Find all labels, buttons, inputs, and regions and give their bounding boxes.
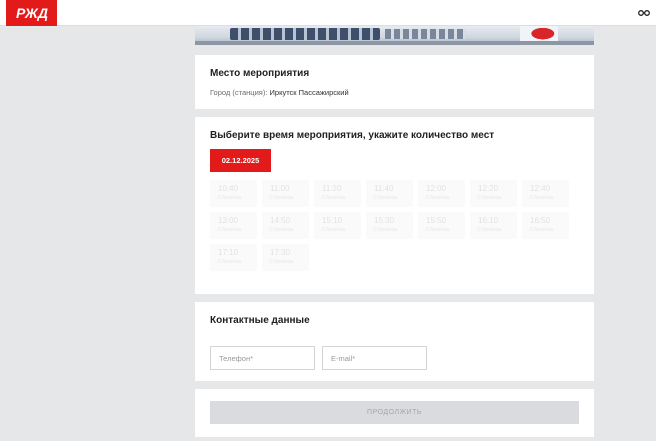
time-slot-time: 12:00 <box>426 184 447 193</box>
time-slot[interactable]: 11:00 0 билетов <box>262 180 309 207</box>
time-slot-time: 16:10 <box>478 216 499 225</box>
city-label: Город (станция): <box>210 88 268 97</box>
time-slot-seats: 0 билетов <box>270 195 294 201</box>
time-slot-time: 15:30 <box>374 216 395 225</box>
time-slot-time: 11:20 <box>322 184 342 193</box>
contacts-card: Контактные данные <box>195 302 594 381</box>
time-slot-seats: 0 билетов <box>426 195 450 201</box>
event-place-title: Место мероприятия <box>210 68 310 79</box>
time-slot-seats: 0 билетов <box>478 227 502 233</box>
phone-input[interactable] <box>210 346 315 370</box>
time-slot-time: 12:40 <box>530 184 551 193</box>
accessibility-glasses-icon[interactable] <box>638 8 650 18</box>
time-slot[interactable]: 13:00 0 билетов <box>210 212 257 239</box>
email-input[interactable] <box>322 346 427 370</box>
time-slot-seats: 0 билетов <box>530 195 554 201</box>
time-slot-seats: 0 билетов <box>270 259 294 265</box>
event-time-title: Выберите время мероприятия, укажите коли… <box>210 130 495 141</box>
time-slot[interactable]: 16:10 0 билетов <box>470 212 517 239</box>
top-bar: РЖД <box>0 0 656 26</box>
time-slot[interactable]: 10:40 0 билетов <box>210 180 257 207</box>
time-slot[interactable]: 15:10 0 билетов <box>314 212 361 239</box>
time-slot[interactable]: 12:40 0 билетов <box>522 180 569 207</box>
time-slot[interactable]: 17:10 0 билетов <box>210 244 257 271</box>
event-banner-image <box>195 26 594 45</box>
time-slot-seats: 0 билетов <box>374 195 398 201</box>
logo-text: РЖД <box>16 5 48 21</box>
time-slot-seats: 0 билетов <box>218 259 242 265</box>
time-slot[interactable]: 16:50 0 билетов <box>522 212 569 239</box>
time-slot[interactable]: 12:20 0 билетов <box>470 180 517 207</box>
time-slot-seats: 0 билетов <box>426 227 450 233</box>
banner-bottom-strip <box>195 41 594 45</box>
rzd-logo[interactable]: РЖД <box>6 0 57 26</box>
time-slot[interactable]: 15:30 0 билетов <box>366 212 413 239</box>
time-slot-time: 17:10 <box>218 248 239 257</box>
time-slot-seats: 0 билетов <box>218 227 242 233</box>
time-slot-seats: 0 билетов <box>270 227 294 233</box>
time-slot[interactable]: 15:50 0 билетов <box>418 212 465 239</box>
time-slot-seats: 0 билетов <box>218 195 242 201</box>
time-slot[interactable]: 11:20 0 билетов <box>314 180 361 207</box>
continue-button[interactable]: ПРОДОЛЖИТЬ <box>210 401 579 424</box>
time-slot-time: 11:00 <box>270 184 290 193</box>
time-slot-time: 15:10 <box>322 216 343 225</box>
rzd-logo-icon: РЖД <box>16 5 48 21</box>
time-slot[interactable]: 12:00 0 билетов <box>418 180 465 207</box>
time-slot-seats: 0 билетов <box>322 227 346 233</box>
city-value: Иркутск Пассажирский <box>269 88 349 97</box>
time-slot-seats: 0 билетов <box>478 195 502 201</box>
city-line: Город (станция): Иркутск Пассажирский <box>210 88 349 97</box>
time-slot[interactable]: 17:30 0 билетов <box>262 244 309 271</box>
time-slot[interactable]: 14:50 0 билетов <box>262 212 309 239</box>
time-slot-time: 15:50 <box>426 216 447 225</box>
submit-card: ПРОДОЛЖИТЬ <box>195 389 594 437</box>
time-slot-seats: 0 билетов <box>322 195 346 201</box>
time-slot[interactable]: 11:40 0 билетов <box>366 180 413 207</box>
time-slot-time: 11:40 <box>374 184 394 193</box>
contacts-title: Контактные данные <box>210 315 310 326</box>
banner-train-graphic <box>230 28 380 40</box>
event-time-card: Выберите время мероприятия, укажите коли… <box>195 117 594 294</box>
time-slot-seats: 0 билетов <box>530 227 554 233</box>
time-slot-time: 12:20 <box>478 184 499 193</box>
time-slot-time: 14:50 <box>270 216 291 225</box>
time-slot-seats: 0 билетов <box>374 227 398 233</box>
banner-train-graphic-2 <box>385 29 465 39</box>
date-button-selected[interactable]: 02.12.2025 <box>210 149 271 172</box>
event-place-card: Место мероприятия Город (станция): Иркут… <box>195 55 594 109</box>
time-slot-time: 16:50 <box>530 216 551 225</box>
time-slot-time: 13:00 <box>218 216 239 225</box>
time-slot-time: 10:40 <box>218 184 239 193</box>
time-slot-time: 17:30 <box>270 248 291 257</box>
